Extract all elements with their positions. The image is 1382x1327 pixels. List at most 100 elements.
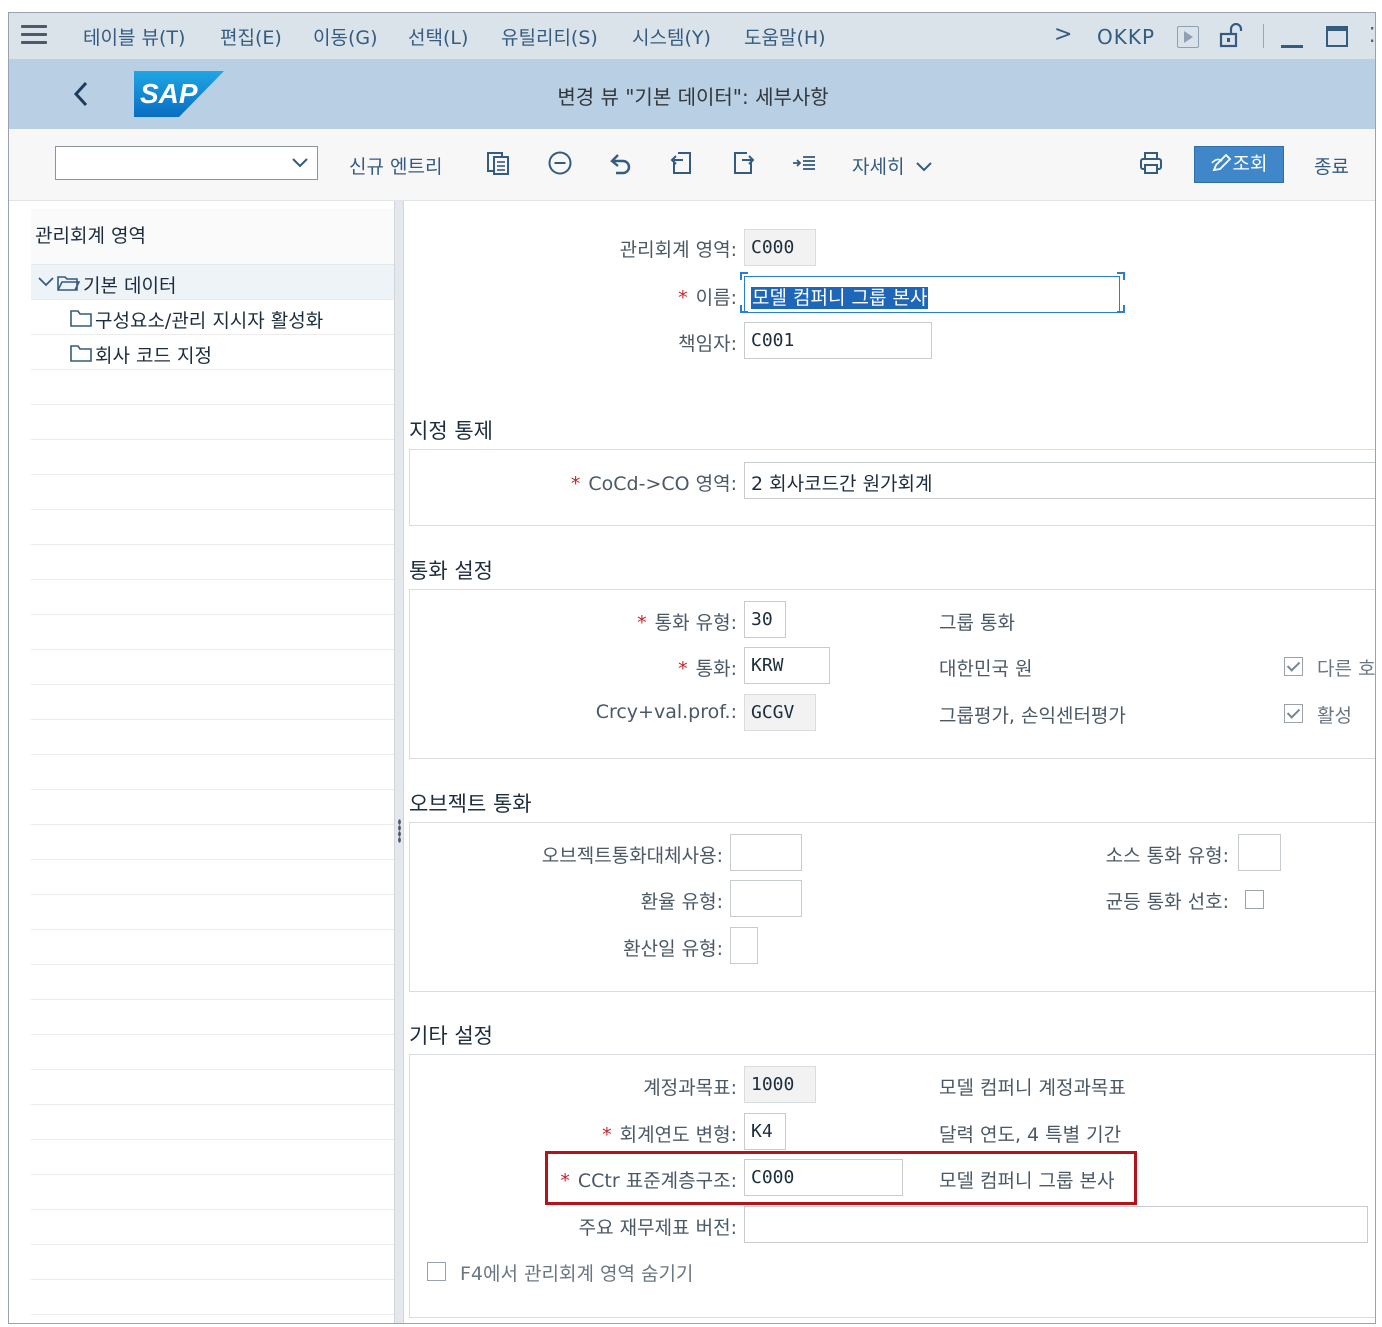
fin-statement-version-input[interactable] xyxy=(744,1206,1368,1243)
pane-splitter[interactable] xyxy=(394,201,404,1323)
tree-empty-row xyxy=(31,545,394,580)
tree-empty-row xyxy=(31,1070,394,1105)
required-marker: * xyxy=(637,612,647,634)
menu-help[interactable]: 도움말(H) xyxy=(744,23,826,50)
cocd-co-area-select[interactable]: 2 회사코드간 원가회계 xyxy=(744,462,1375,499)
active-checkbox[interactable] xyxy=(1284,704,1303,723)
other-settings-title: 기타 설정 xyxy=(409,1024,493,1048)
tree-empty-row xyxy=(31,755,394,790)
chevron-right-icon[interactable]: > xyxy=(1054,22,1072,47)
tree-empty-row xyxy=(31,1175,394,1210)
tree-node-company-code-assignment[interactable]: 회사 코드 지정 xyxy=(31,335,394,370)
play-icon[interactable] xyxy=(1177,26,1199,48)
cocd-co-area-label-text: CoCd->CO 영역: xyxy=(588,473,737,495)
translation-date-type-input[interactable] xyxy=(730,927,758,964)
chart-of-accounts-desc: 모델 컴퍼니 계정과목표 xyxy=(939,1077,1126,1099)
fiscal-year-variant-label-text: 회계연도 변형: xyxy=(619,1124,737,1146)
display-change-icon xyxy=(1210,153,1231,172)
menu-utilities[interactable]: 유틸리티(S) xyxy=(501,23,598,50)
tree-empty-row xyxy=(31,405,394,440)
minimize-icon[interactable] xyxy=(1281,45,1303,48)
dialog-structure-tree: 관리회계 영역 기본 데이터 구성요소/관리 지시자 활성화 회사 코드 지정 xyxy=(31,209,394,1323)
tree-empty-row xyxy=(31,790,394,825)
display-button[interactable]: 조회 xyxy=(1194,146,1284,183)
assignment-control-title: 지정 통제 xyxy=(409,419,493,443)
delete-icon[interactable] xyxy=(547,150,573,176)
command-dropdown[interactable] xyxy=(55,146,318,180)
new-entries-button[interactable]: 신규 엔트리 xyxy=(349,152,442,179)
currency-type-label: * 통화 유형: xyxy=(637,608,737,635)
uniform-currency-label: 균등 통화 선호: xyxy=(1105,891,1229,913)
tree-empty-row xyxy=(31,685,394,720)
tree-empty-row xyxy=(31,650,394,685)
application-toolbar: 신규 엔트리 자세히 조회 종료 xyxy=(9,129,1375,201)
transaction-code: OKKP xyxy=(1097,25,1156,49)
display-button-label: 조회 xyxy=(1232,153,1268,175)
maximize-icon[interactable] xyxy=(1326,26,1348,47)
chevron-down-icon xyxy=(915,162,932,172)
fiscal-year-variant-desc: 달력 연도, 4 특별 기간 xyxy=(939,1124,1122,1146)
source-currency-type-label: 소스 통화 유형: xyxy=(1105,845,1229,867)
menu-table-view[interactable]: 테이블 뷰(T) xyxy=(83,23,185,50)
chart-of-accounts-label: 계정과목표: xyxy=(643,1077,737,1099)
splitter-grip-icon[interactable] xyxy=(398,819,401,843)
copy-as-icon[interactable] xyxy=(485,150,511,176)
currency-type-desc: 그룹 통화 xyxy=(939,612,1015,634)
diff-currency-checkbox[interactable] xyxy=(1284,657,1303,676)
hide-co-area-checkbox[interactable] xyxy=(427,1262,446,1281)
tree-empty-row xyxy=(31,965,394,1000)
page-title: 변경 뷰 "기본 데이터": 세부사항 xyxy=(557,85,829,109)
currency-profile-label: Crcy+val.prof.: xyxy=(595,701,737,723)
tree-empty-row xyxy=(31,1105,394,1140)
currency-input[interactable]: KRW xyxy=(744,647,830,684)
tree-empty-row xyxy=(31,1035,394,1070)
source-currency-type-input[interactable] xyxy=(1238,834,1281,871)
chevron-down-icon[interactable] xyxy=(37,276,55,288)
required-marker: * xyxy=(678,287,688,309)
more-menu-label: 자세히 xyxy=(852,156,905,178)
exchange-rate-type-input[interactable] xyxy=(730,880,802,917)
currency-desc: 대한민국 원 xyxy=(939,658,1033,680)
currency-label: * 통화: xyxy=(678,654,737,681)
diff-currency-label: 다른 호 xyxy=(1317,658,1376,680)
alt-object-currency-input[interactable] xyxy=(730,834,802,871)
tree-empty-row xyxy=(31,1140,394,1175)
tree-empty-row xyxy=(31,580,394,615)
required-marker: * xyxy=(678,658,688,680)
previous-entry-icon[interactable] xyxy=(669,150,695,176)
tree-node-basic-data[interactable]: 기본 데이터 xyxy=(31,265,394,300)
menu-system[interactable]: 시스템(Y) xyxy=(632,23,711,50)
currency-label-text: 통화: xyxy=(695,658,737,680)
title-bar: SAP 변경 뷰 "기본 데이터": 세부사항 xyxy=(9,59,1375,129)
currency-type-input[interactable]: 30 xyxy=(744,601,786,638)
tree-node-component-activation[interactable]: 구성요소/관리 지시자 활성화 xyxy=(31,300,394,335)
undo-icon[interactable] xyxy=(608,150,634,176)
folder-icon xyxy=(70,310,92,327)
name-input-value: 모델 컴퍼니 그룹 본사 xyxy=(751,287,929,309)
print-icon[interactable] xyxy=(1138,150,1164,176)
menu-edit[interactable]: 편집(E) xyxy=(220,23,282,50)
name-input[interactable]: 모델 컴퍼니 그룹 본사 xyxy=(744,276,1120,313)
fiscal-year-variant-input[interactable]: K4 xyxy=(744,1113,786,1150)
tree-empty-row xyxy=(31,440,394,475)
person-responsible-input[interactable]: C001 xyxy=(744,322,932,359)
tree-node-label: 구성요소/관리 지시자 활성화 xyxy=(95,310,324,332)
uniform-currency-checkbox[interactable] xyxy=(1245,890,1264,909)
folder-icon xyxy=(70,345,92,362)
select-all-icon[interactable] xyxy=(791,150,817,176)
menu-separator xyxy=(1263,24,1264,48)
sap-window: 테이블 뷰(T) 편집(E) 이동(G) 선택(L) 유틸리티(S) 시스템(Y… xyxy=(8,12,1376,1324)
exit-button[interactable]: 종료 xyxy=(1314,152,1349,179)
chart-of-accounts-field: 1000 xyxy=(744,1066,816,1103)
menu-goto[interactable]: 이동(G) xyxy=(313,23,378,50)
menu-hamburger-icon[interactable] xyxy=(21,25,47,45)
tree-empty-row xyxy=(31,895,394,930)
required-marker: * xyxy=(602,1124,612,1146)
next-entry-icon[interactable] xyxy=(730,150,756,176)
close-icon[interactable]: ⁚ xyxy=(1369,23,1375,47)
more-menu-button[interactable]: 자세히 xyxy=(852,152,933,179)
currency-setting-title: 통화 설정 xyxy=(409,559,493,583)
tree-empty-row xyxy=(31,510,394,545)
menu-selection[interactable]: 선택(L) xyxy=(408,23,468,50)
unlock-icon[interactable] xyxy=(1218,23,1244,49)
